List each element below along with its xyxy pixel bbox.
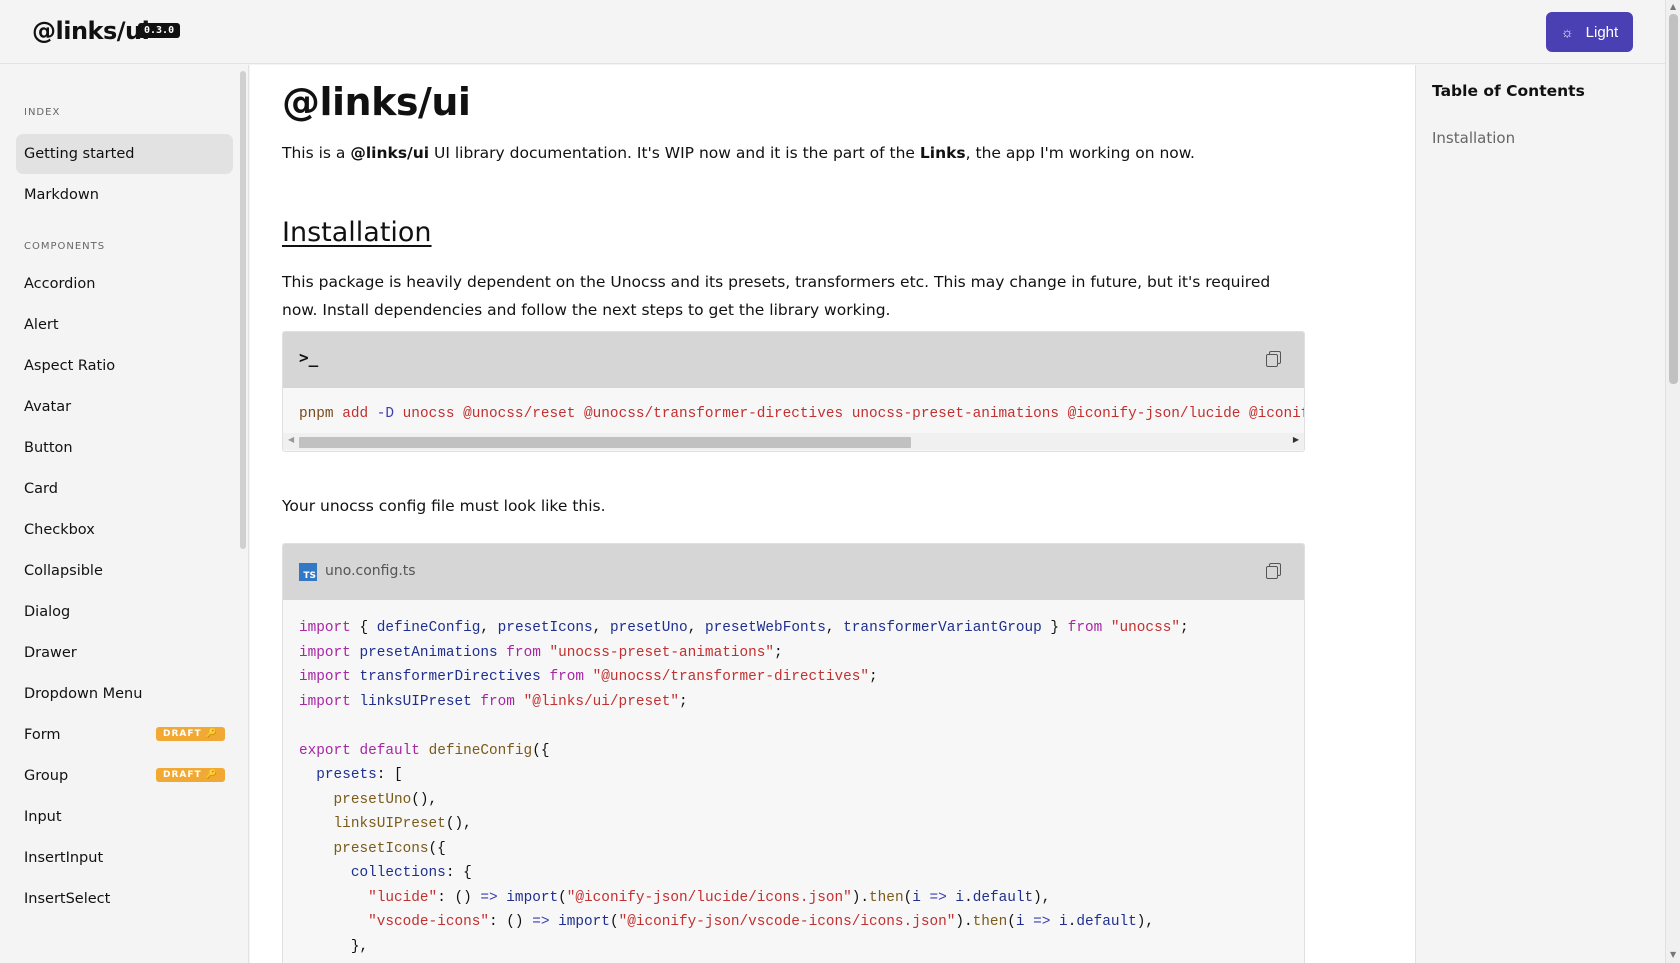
sidebar-item-drawer[interactable]: Drawer (16, 633, 233, 673)
code-block-header: TS uno.config.ts (283, 544, 1304, 600)
sidebar-item-markdown[interactable]: Markdown (16, 175, 233, 215)
sidebar-item-label: Collapsible (24, 563, 103, 579)
code-token: pnpm (299, 406, 334, 422)
sidebar-item-label: InsertInput (24, 850, 104, 866)
theme-label: Light (1585, 23, 1619, 41)
sidebar-item-label: Getting started (24, 146, 135, 162)
typescript-file-icon: TS (299, 563, 317, 581)
intro-text-part: , the app I'm working on now. (965, 144, 1195, 162)
sidebar-item-button[interactable]: Button (16, 428, 233, 468)
sidebar-item-getting-started[interactable]: Getting started (16, 134, 233, 174)
sidebar-item-avatar[interactable]: Avatar (16, 387, 233, 427)
code-token: unocss @unocss/reset @unocss/transformer… (402, 406, 1304, 422)
installation-text: This package is heavily dependent on the… (282, 273, 1271, 319)
sidebar-item-label: Form (24, 727, 61, 743)
installation-heading[interactable]: Installation (282, 217, 432, 248)
draft-badge: DRAFT 🔑 (156, 768, 225, 782)
copy-icon[interactable] (1266, 563, 1281, 579)
toc-title: Table of Contents (1432, 82, 1585, 100)
terminal-icon: >_ (299, 348, 319, 367)
sidebar-item-dropdown-menu[interactable]: Dropdown Menu (16, 674, 233, 714)
scroll-right-icon[interactable]: ▶ (1293, 435, 1299, 444)
scroll-up-icon[interactable]: ▲ (1670, 2, 1676, 11)
sidebar-item-label: Accordion (24, 276, 96, 292)
scrollbar-thumb[interactable] (299, 436, 911, 448)
sidebar-item-accordion[interactable]: Accordion (16, 264, 233, 304)
sidebar-item-label: InsertSelect (24, 891, 111, 907)
sidebar-item-label: Card (24, 481, 58, 497)
section-label-index: INDEX (24, 107, 61, 118)
config-code: import { defineConfig, presetIcons, pres… (299, 620, 1189, 955)
sun-icon: ☼ (1560, 24, 1574, 40)
toc-link-installation[interactable]: Installation (1432, 129, 1515, 147)
table-of-contents: Table of Contents Installation (1415, 65, 1665, 963)
top-bar: @links/ui 0.3.0 ☼ Light (0, 0, 1665, 64)
sidebar-item-label: Markdown (24, 187, 99, 203)
sidebar-item-collapsible[interactable]: Collapsible (16, 551, 233, 591)
scroll-down-icon[interactable]: ▼ (1670, 950, 1676, 959)
code-block-header: >_ (283, 332, 1304, 388)
shell-command: pnpm add -D unocss @unocss/reset @unocss… (283, 388, 1304, 433)
sidebar-item-label: Avatar (24, 399, 72, 415)
config-text: Your unocss config file must look like t… (282, 497, 606, 515)
main-content: @links/ui This is a @links/ui UI library… (250, 65, 1415, 963)
config-code-block: TS uno.config.ts import { defineConfig, … (282, 543, 1305, 963)
intro-text-part: UI library documentation. It's WIP now a… (429, 144, 920, 162)
intro-text-part: This is a (282, 144, 351, 162)
sidebar-scrollbar[interactable] (240, 71, 246, 549)
code-token: -D (376, 406, 395, 422)
brand-logo[interactable]: @links/ui (32, 17, 150, 45)
sidebar-item-insertselect[interactable]: InsertSelect (16, 879, 233, 919)
theme-toggle-button[interactable]: ☼ Light (1546, 12, 1633, 52)
sidebar-item-insertinput[interactable]: InsertInput (16, 838, 233, 878)
version-badge: 0.3.0 (138, 23, 181, 38)
sidebar-item-label: Dropdown Menu (24, 686, 143, 702)
sidebar-item-form[interactable]: Form DRAFT 🔑 (16, 715, 233, 755)
intro-bold-library: @links/ui (350, 144, 430, 162)
sidebar-item-aspect-ratio[interactable]: Aspect Ratio (16, 346, 233, 386)
sidebar-item-card[interactable]: Card (16, 469, 233, 509)
sidebar-item-label: Alert (24, 317, 59, 333)
sidebar-item-input[interactable]: Input (16, 797, 233, 837)
sidebar-item-label: Checkbox (24, 522, 95, 538)
sidebar-item-label: Aspect Ratio (24, 358, 116, 374)
scroll-left-icon[interactable]: ◀ (288, 435, 294, 444)
intro-text: This is a @links/ui UI library documenta… (282, 144, 1195, 162)
sidebar-item-label: Drawer (24, 645, 77, 661)
sidebar-item-label: Button (24, 440, 73, 456)
page-scrollbar[interactable]: ▲ ▼ (1665, 0, 1680, 963)
sidebar-item-checkbox[interactable]: Checkbox (16, 510, 233, 550)
draft-badge: DRAFT 🔑 (156, 727, 225, 741)
horizontal-scrollbar[interactable]: ◀ ▶ (283, 432, 1304, 450)
code-token: add (342, 406, 369, 422)
file-name: uno.config.ts (325, 563, 416, 579)
sidebar-item-alert[interactable]: Alert (16, 305, 233, 345)
sidebar-item-label: Dialog (24, 604, 71, 620)
sidebar: INDEX Getting started Markdown COMPONENT… (0, 65, 249, 963)
sidebar-item-label: Group (24, 768, 69, 784)
page-title: @links/ui (282, 80, 471, 124)
section-label-components: COMPONENTS (24, 241, 106, 252)
shell-code-block: >_ pnpm add -D unocss @unocss/reset @uno… (282, 331, 1305, 452)
sidebar-item-group[interactable]: Group DRAFT 🔑 (16, 756, 233, 796)
sidebar-item-label: Input (24, 809, 62, 825)
copy-icon[interactable] (1266, 351, 1281, 367)
scrollbar-thumb[interactable] (1669, 14, 1678, 384)
sidebar-item-dialog[interactable]: Dialog (16, 592, 233, 632)
intro-bold-links: Links (919, 144, 966, 162)
